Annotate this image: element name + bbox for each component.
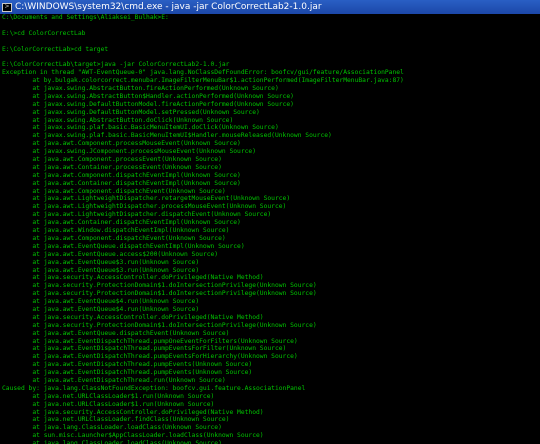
console-line: E:\ColorCorrectLab>cd target <box>2 45 109 53</box>
console-line: at java.awt.EventDispatchThread.pumpEven… <box>2 369 253 377</box>
title-bar[interactable]: > C:\WINDOWS\system32\cmd.exe - java -ja… <box>0 0 540 14</box>
console-line: at java.awt.Component.dispatchEventImpl(… <box>2 171 241 179</box>
console-line: C:\Documents and Settings\Aliaksei_Bulha… <box>2 14 169 21</box>
console-line: at java.awt.Container.dispatchEventImpl(… <box>2 219 241 227</box>
console-line: at javax.swing.plaf.basic.BasicMenuItemU… <box>2 132 332 140</box>
console-line: at javax.swing.plaf.basic.BasicMenuItemU… <box>2 124 279 132</box>
console-line: Exception in thread "AWT-EventQueue-0" j… <box>2 69 404 77</box>
console-line: at java.awt.Container.dispatchEventImpl(… <box>2 179 241 187</box>
console-line: at java.security.AccessController.doPriv… <box>2 408 264 416</box>
cmd-console-icon: > <box>2 2 12 12</box>
console-line: at javax.swing.AbstractButton$Handler.ac… <box>2 92 294 100</box>
console-line: at java.awt.EventQueue.dispatchEventImpl… <box>2 242 245 250</box>
console-line: at java.awt.EventQueue.dispatchEvent(Unk… <box>2 329 230 337</box>
console-line: at java.awt.EventDispatchThread.pumpEven… <box>2 361 253 369</box>
console-line: at javax.swing.JComponent.processMouseEv… <box>2 148 257 156</box>
console-line: at java.awt.LightweightDispatcher.dispat… <box>2 211 272 219</box>
console-line: at sun.misc.Launcher$AppClassLoader.load… <box>2 432 264 440</box>
window-title: C:\WINDOWS\system32\cmd.exe - java -jar … <box>15 2 322 12</box>
console-line: at java.awt.EventDispatchThread.run(Unkn… <box>2 376 226 384</box>
console-line: at java.awt.Container.processEvent(Unkno… <box>2 163 222 171</box>
console-line: at java.awt.LightweightDispatcher.retarg… <box>2 195 291 203</box>
console-line: at java.awt.EventQueue.access$200(Unknow… <box>2 250 219 258</box>
console-line: at java.awt.EventQueue$3.run(Unknown Sou… <box>2 266 200 274</box>
console-line: at java.security.ProtectionDomain$1.doIn… <box>2 321 317 329</box>
console-line: at java.awt.Window.dispatchEventImpl(Unk… <box>2 227 230 235</box>
console-line: at java.net.URLClassLoader$1.run(Unknown… <box>2 392 215 400</box>
console-line: at java.security.AccessController.doPriv… <box>2 313 264 321</box>
console-line: E:\>cd ColorCorrectLab <box>2 29 86 37</box>
console-line: at java.lang.ClassLoader.loadClass(Unkno… <box>2 424 222 432</box>
console-line: at java.security.ProtectionDomain$1.doIn… <box>2 290 317 298</box>
console-line: Caused by: java.lang.ClassNotFoundExcept… <box>2 384 306 392</box>
console-line: at java.net.URLClassLoader$1.run(Unknown… <box>2 400 215 408</box>
console-line: at javax.swing.DefaultButtonModel.setPre… <box>2 108 260 116</box>
console-line: at java.awt.EventQueue$4.run(Unknown Sou… <box>2 305 200 313</box>
console-line: at by.bulgak.colorcorrect.menubar.ImageF… <box>2 77 404 85</box>
console-line: at java.awt.Component.dispatchEvent(Unkn… <box>2 187 226 195</box>
console-line: at java.security.AccessController.doPriv… <box>2 274 264 282</box>
console-line: at java.net.URLClassLoader.findClass(Unk… <box>2 416 230 424</box>
console-line: at java.awt.Component.processEvent(Unkno… <box>2 156 222 164</box>
console-line: at java.awt.Component.processMouseEvent(… <box>2 140 241 148</box>
console-line: at java.awt.EventDispatchThread.pumpOneE… <box>2 337 298 345</box>
console-line: at java.security.ProtectionDomain$1.doIn… <box>2 282 317 290</box>
console-line: at java.awt.EventDispatchThread.pumpEven… <box>2 353 298 361</box>
console-line: at java.awt.Component.dispatchEvent(Unkn… <box>2 234 226 242</box>
cmd-window: > C:\WINDOWS\system32\cmd.exe - java -ja… <box>0 0 540 444</box>
console-line: at javax.swing.AbstractButton.doClick(Un… <box>2 116 234 124</box>
console-line: at java.awt.EventQueue$4.run(Unknown Sou… <box>2 298 200 306</box>
console-output[interactable]: C:\Documents and Settings\Aliaksei_Bulha… <box>0 14 540 444</box>
console-line: E:\ColorCorrectLab\target>java -jar Colo… <box>2 61 230 69</box>
console-line: at java.awt.LightweightDispatcher.proces… <box>2 203 287 211</box>
console-line: at javax.swing.AbstractButton.fireAction… <box>2 85 279 93</box>
console-line: at javax.swing.DefaultButtonModel.fireAc… <box>2 100 294 108</box>
console-line: at java.awt.EventDispatchThread.pumpEven… <box>2 345 287 353</box>
console-line: at java.awt.EventQueue$3.run(Unknown Sou… <box>2 258 200 266</box>
console-line: at java.lang.ClassLoader.loadClass(Unkno… <box>2 440 222 444</box>
